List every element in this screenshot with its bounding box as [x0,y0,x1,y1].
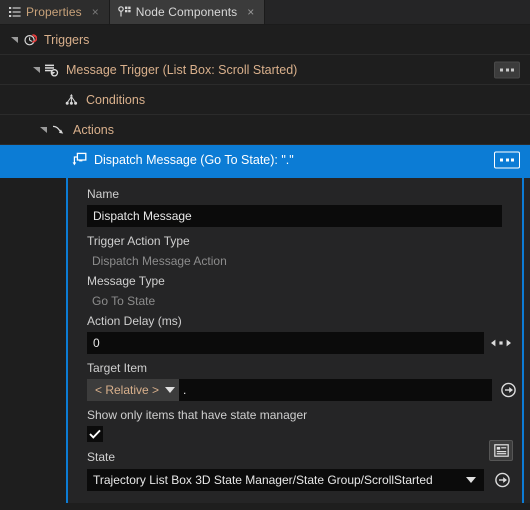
actions-icon [50,122,67,138]
name-input[interactable]: Dispatch Message [87,205,502,227]
dispatch-message-icon [71,152,88,168]
tree-row-label: Dispatch Message (Go To State): "." [94,152,294,167]
tab-properties-label: Properties [26,5,82,19]
message-type-value: Go To State [92,294,156,308]
target-item-label: Target Item [87,361,148,375]
tab-node-components-label: Node Components [135,5,238,19]
name-label: Name [87,187,120,201]
message-trigger-icon [43,62,60,78]
drag-adjust-icon[interactable] [491,338,511,348]
chevron-down-icon[interactable] [466,477,476,483]
tree-row-label: Actions [73,122,114,137]
tree-row-label: Message Trigger (List Box: Scroll Starte… [66,62,298,77]
row-menu-button[interactable] [494,61,520,78]
detail-left-gutter [0,178,68,503]
state-header-row: State [87,440,522,467]
tab-bar: Properties × Node Components × [0,0,530,25]
chevron-down-icon[interactable] [165,387,176,393]
trigger-clock-icon [21,32,38,48]
expand-collapse-icon[interactable] [37,123,50,136]
expand-collapse-placeholder [50,93,63,106]
tab-properties[interactable]: Properties × [0,0,110,24]
expand-collapse-icon[interactable] [8,33,21,46]
trigger-action-type-value: Dispatch Message Action [92,254,227,268]
tree-row-dispatch-message[interactable]: Dispatch Message (Go To State): "." [0,145,530,175]
check-icon [89,429,101,439]
state-value: Trajectory List Box 3D State Manager/Sta… [93,473,433,487]
detail-right-accent-rule [522,178,524,503]
message-type-label: Message Type [87,274,165,288]
tree-row-conditions[interactable]: Conditions [0,85,530,115]
action-delay-label: Action Delay (ms) [87,314,182,328]
close-icon[interactable]: × [244,6,257,19]
close-icon[interactable]: × [89,6,102,19]
list-icon [8,6,21,19]
action-detail-panel: Name Dispatch Message Trigger Action Typ… [0,175,530,503]
show-only-state-manager-checkbox[interactable] [87,426,103,442]
action-delay-input[interactable]: 0 [87,332,484,354]
tree-row-label: Triggers [44,32,90,47]
state-label: State [87,450,116,464]
target-item-mode-label: < Relative > [95,383,160,397]
trigger-action-type-label: Trigger Action Type [87,234,190,248]
trigger-tree: Triggers Message Trigger (List Box: Scro… [0,25,530,175]
state-goto-icon[interactable] [494,472,511,489]
show-only-state-manager-label: Show only items that have state manager [87,408,308,422]
target-item-path: . [183,383,187,397]
target-item-field[interactable]: < Relative > . [87,379,516,401]
state-browse-button[interactable] [489,440,513,461]
target-item-mode-dropdown[interactable]: < Relative > [87,379,180,401]
detail-fields: Name Dispatch Message Trigger Action Typ… [70,178,522,503]
expand-collapse-icon[interactable] [30,63,43,76]
tree-row-actions[interactable]: Actions [0,115,530,145]
expand-collapse-placeholder [58,153,71,166]
conditions-icon [63,92,80,108]
tree-row-triggers[interactable]: Triggers [0,25,530,55]
target-item-goto-icon[interactable] [500,382,517,399]
row-menu-button[interactable] [494,151,520,168]
node-components-panel: Properties × Node Components × Triggers … [0,0,530,510]
tree-row-message-trigger[interactable]: Message Trigger (List Box: Scroll Starte… [0,55,530,85]
state-list-icon [493,444,509,457]
state-dropdown[interactable]: Trajectory List Box 3D State Manager/Sta… [87,469,484,491]
node-components-icon [117,6,131,19]
tab-node-components[interactable]: Node Components × [109,0,266,24]
tree-row-label: Conditions [86,92,146,107]
